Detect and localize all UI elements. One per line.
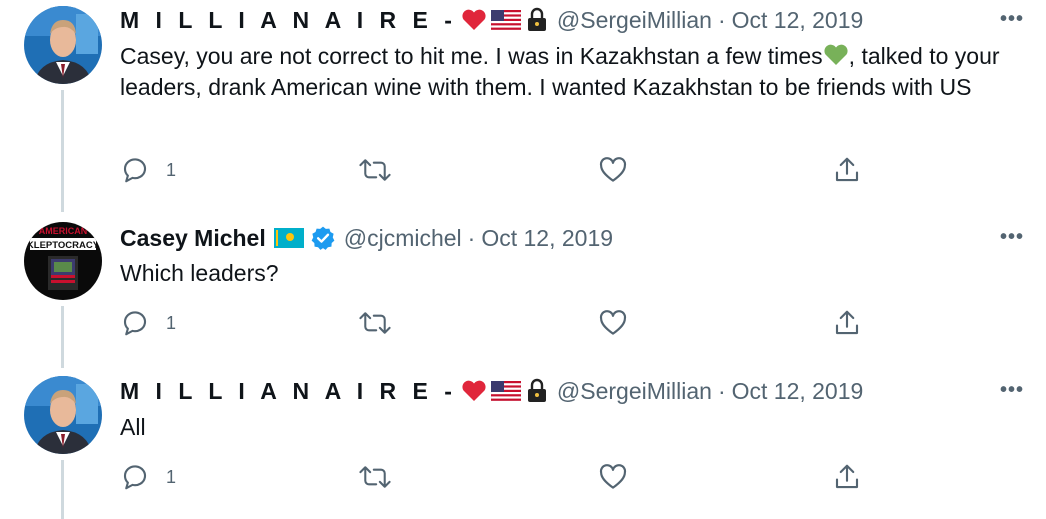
like-button[interactable]: [598, 462, 628, 492]
avatar-text: KLEPTOCRACY: [27, 240, 100, 251]
kleptocracy-avatar-icon: AMERICAN KLEPTOCRACY: [24, 222, 102, 300]
tweet[interactable]: M I L L I A N A I R E - @SergeiMillian ·…: [0, 0, 1046, 200]
reply-icon: [123, 158, 147, 183]
lock-icon: [525, 7, 549, 33]
tweet-header: Casey Michel @cjcmichel · Oct 12, 2019: [120, 221, 613, 255]
avatar[interactable]: [24, 376, 102, 454]
tweet-text: All: [120, 414, 146, 440]
share-icon: [835, 157, 859, 182]
reply-button[interactable]: 1: [120, 308, 176, 338]
tweet-actions: 1: [120, 308, 880, 340]
reply-icon: [123, 465, 147, 490]
like-icon: [599, 157, 627, 182]
timestamp[interactable]: Oct 12, 2019: [732, 378, 864, 405]
like-button[interactable]: [598, 308, 628, 338]
tweet-text-part: Casey, you are not correct to hit me. I …: [120, 43, 823, 69]
reply-count: 1: [166, 159, 177, 180]
red-heart-icon: [461, 379, 487, 403]
separator-dot: ·: [717, 6, 726, 33]
timestamp[interactable]: Oct 12, 2019: [481, 225, 613, 252]
tweet-actions: 1: [120, 155, 880, 187]
display-name[interactable]: M I L L I A N A I R E -: [120, 378, 457, 405]
tweet[interactable]: M I L L I A N A I R E - @SergeiMillian ·…: [0, 360, 1046, 519]
tweet-header: M I L L I A N A I R E - @SergeiMillian ·…: [120, 3, 863, 37]
reply-button[interactable]: 1: [120, 462, 176, 492]
green-heart-icon: [823, 43, 849, 67]
timestamp[interactable]: Oct 12, 2019: [732, 7, 864, 34]
reply-count: 1: [166, 312, 177, 333]
tweet[interactable]: AMERICAN KLEPTOCRACY Casey Michel @cjcmi…: [0, 200, 1046, 360]
tweet-text: Casey, you are not correct to hit me. I …: [120, 41, 1020, 103]
retweet-icon: [359, 466, 391, 488]
share-button[interactable]: [832, 155, 862, 185]
tweet-header: M I L L I A N A I R E - @SergeiMillian ·…: [120, 374, 863, 408]
tweet-actions: 1: [120, 462, 880, 494]
avatar-photo-icon: [24, 6, 102, 84]
share-icon: [835, 310, 859, 335]
avatar[interactable]: [24, 6, 102, 84]
more-options-button[interactable]: •••: [1000, 8, 1024, 31]
display-name[interactable]: M I L L I A N A I R E -: [120, 7, 457, 34]
handle[interactable]: @cjcmichel: [344, 225, 462, 252]
retweet-button[interactable]: [358, 155, 392, 185]
us-flag-icon: [490, 10, 521, 30]
tweet-text: Which leaders?: [120, 260, 279, 286]
retweet-button[interactable]: [358, 308, 392, 338]
like-icon: [599, 310, 627, 335]
avatar-photo-icon: [24, 376, 102, 454]
separator-dot: ·: [467, 224, 476, 251]
share-button[interactable]: [832, 462, 862, 492]
handle[interactable]: @SergeiMillian: [557, 7, 712, 34]
verified-badge-icon: [310, 225, 336, 251]
retweet-icon: [359, 159, 391, 181]
us-flag-icon: [490, 381, 521, 401]
more-options-button[interactable]: •••: [1000, 226, 1024, 249]
like-icon: [599, 464, 627, 489]
kazakhstan-flag-icon: [273, 228, 304, 248]
retweet-icon: [359, 312, 391, 334]
reply-button[interactable]: 1: [120, 155, 176, 185]
retweet-button[interactable]: [358, 462, 392, 492]
red-heart-icon: [461, 8, 487, 32]
more-options-button[interactable]: •••: [1000, 379, 1024, 402]
separator-dot: ·: [717, 377, 726, 404]
share-button[interactable]: [832, 308, 862, 338]
share-icon: [835, 464, 859, 489]
like-button[interactable]: [598, 155, 628, 185]
lock-icon: [525, 378, 549, 404]
avatar[interactable]: AMERICAN KLEPTOCRACY: [24, 222, 102, 300]
reply-count: 1: [166, 466, 177, 487]
reply-icon: [123, 311, 147, 336]
display-name[interactable]: Casey Michel: [120, 225, 266, 252]
avatar-top-text: AMERICAN: [39, 226, 88, 236]
handle[interactable]: @SergeiMillian: [557, 378, 712, 405]
